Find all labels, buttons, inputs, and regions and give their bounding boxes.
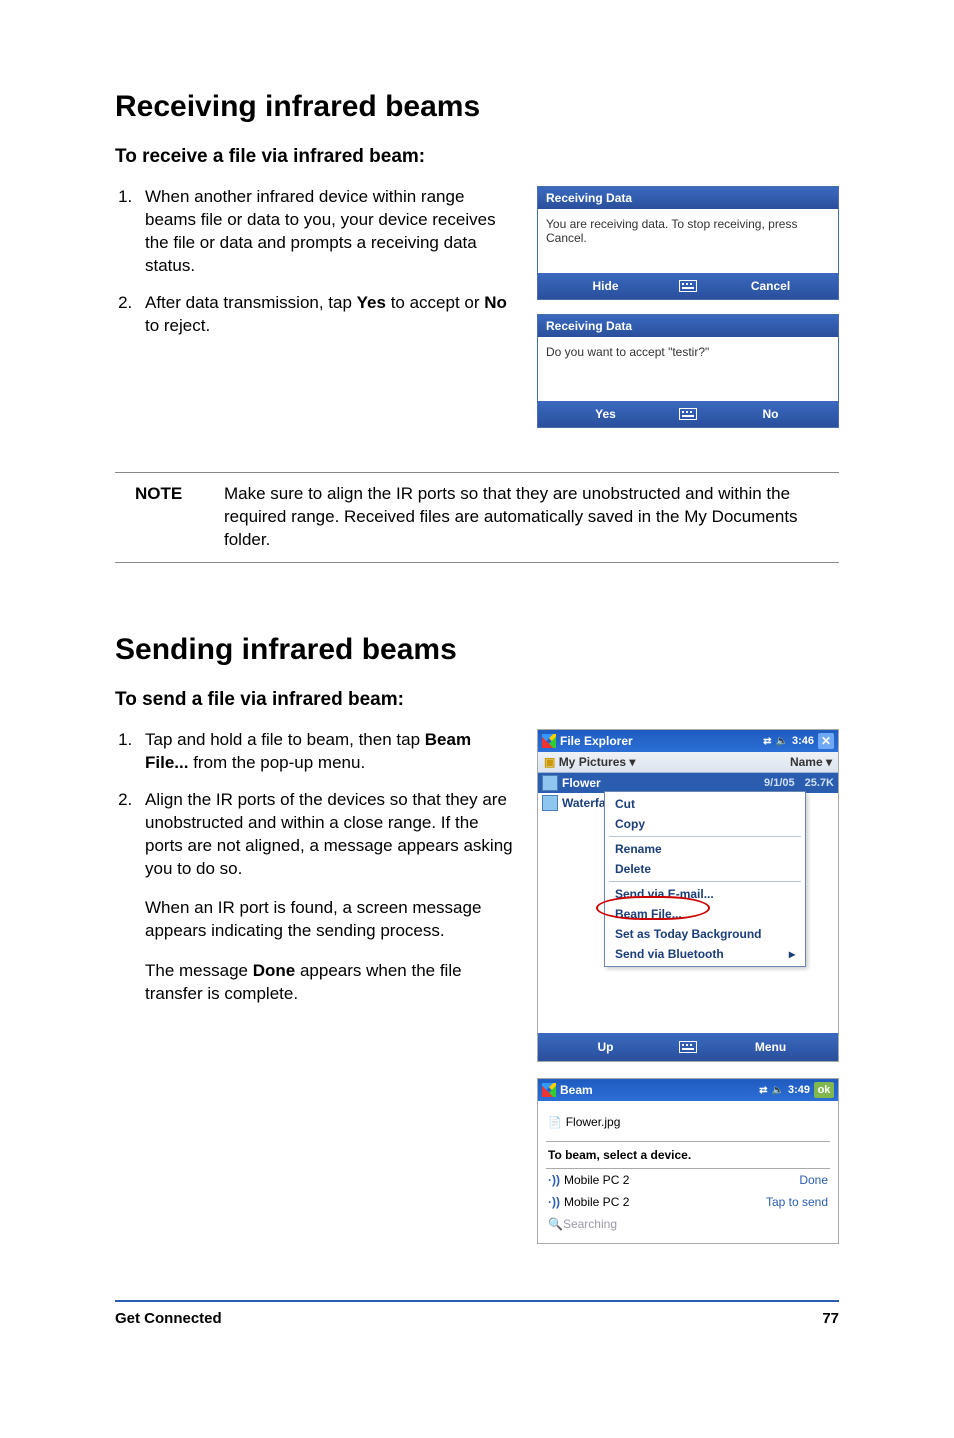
keyboard-icon[interactable]	[673, 401, 703, 427]
step2-yes: Yes	[357, 293, 386, 312]
beam-file-name: Flower.jpg	[546, 1109, 830, 1135]
up-button[interactable]: Up	[538, 1033, 673, 1061]
clock: 3:49	[788, 1084, 810, 1096]
folder-dropdown[interactable]: ▣ My Pictures	[544, 755, 635, 769]
menu-send-email[interactable]: Send via E-mail...	[605, 884, 805, 904]
start-icon[interactable]	[542, 1083, 556, 1097]
footer-page: 77	[822, 1310, 839, 1327]
sort-dropdown[interactable]: Name	[790, 755, 832, 769]
yes-button[interactable]: Yes	[538, 401, 673, 427]
note-block: NOTE Make sure to align the IR ports so …	[115, 472, 839, 563]
menu-delete[interactable]: Delete	[605, 859, 805, 879]
cancel-button[interactable]: Cancel	[703, 273, 838, 299]
device-status: Done	[799, 1173, 828, 1187]
step2-post: to reject.	[145, 316, 210, 335]
beam-title: Beam	[560, 1083, 755, 1097]
no-button[interactable]: No	[703, 401, 838, 427]
start-icon[interactable]	[542, 734, 556, 748]
keyboard-icon[interactable]	[673, 273, 703, 299]
device-row[interactable]: Mobile PC 2 Tap to send	[546, 1191, 830, 1213]
file-explorer-screen: File Explorer 3:46 ✕ ▣ My Pictures Name	[537, 729, 839, 1062]
file-size: 25.7K	[805, 777, 834, 789]
device-status: Tap to send	[766, 1195, 828, 1209]
dialog2-title: Receiving Data	[538, 315, 838, 337]
send1-pre: Tap and hold a file to beam, then tap	[145, 730, 425, 749]
send-para-2: The message Done appears when the file t…	[145, 960, 517, 1006]
subheading-send: To send a file via infrared beam:	[115, 689, 839, 711]
menu-rename[interactable]: Rename	[605, 839, 805, 859]
menu-set-background[interactable]: Set as Today Background	[605, 924, 805, 944]
note-label: NOTE	[115, 483, 200, 552]
menu-beam-file[interactable]: Beam File...	[605, 904, 805, 924]
ok-button[interactable]: ok	[814, 1082, 834, 1098]
send1-post: from the pop-up menu.	[188, 753, 365, 772]
dialog2-body: Do you want to accept "testir?"	[538, 337, 838, 401]
file-name: Waterfa	[562, 796, 606, 810]
beam-instruction: To beam, select a device.	[546, 1141, 830, 1169]
heading-sending: Sending infrared beams	[115, 633, 839, 667]
hide-button[interactable]: Hide	[538, 273, 673, 299]
submenu-arrow-icon: ▸	[789, 947, 795, 961]
menu-send-bluetooth[interactable]: Send via Bluetooth ▸	[605, 944, 805, 964]
device-row[interactable]: Mobile PC 2 Done	[546, 1169, 830, 1191]
dialog1-title: Receiving Data	[538, 187, 838, 209]
send2-pre: The message	[145, 961, 253, 980]
step2-no: No	[484, 293, 507, 312]
send-para-1: When an IR port is found, a screen messa…	[145, 897, 517, 943]
beam-screen: Beam 3:49 ok Flower.jpg To beam, select …	[537, 1078, 839, 1244]
note-text: Make sure to align the IR ports so that …	[224, 483, 839, 552]
image-file-icon	[542, 795, 558, 811]
clock: 3:46	[792, 735, 814, 747]
speaker-icon[interactable]	[776, 735, 788, 747]
receive-step-1: When another infrared device within rang…	[137, 186, 517, 278]
heading-receiving: Receiving infrared beams	[115, 90, 839, 124]
file-date: 9/1/05	[764, 777, 795, 789]
step2-pre: After data transmission, tap	[145, 293, 357, 312]
receive-step-2: After data transmission, tap Yes to acce…	[137, 292, 517, 338]
searching-status: Searching	[546, 1213, 830, 1235]
folder-name: My Pictures	[559, 755, 626, 769]
close-button[interactable]: ✕	[818, 733, 834, 749]
connectivity-icon[interactable]	[763, 735, 771, 747]
image-file-icon	[542, 775, 558, 791]
send-step-2: Align the IR ports of the devices so tha…	[137, 789, 517, 881]
file-name: Flower	[562, 776, 601, 790]
menu-bt-label: Send via Bluetooth	[615, 947, 724, 961]
footer-section: Get Connected	[115, 1310, 222, 1327]
menu-cut[interactable]: Cut	[605, 794, 805, 814]
device-name: Mobile PC 2	[548, 1195, 629, 1209]
device-name: Mobile PC 2	[548, 1173, 629, 1187]
receiving-dialog-2: Receiving Data Do you want to accept "te…	[537, 314, 839, 428]
subheading-receive: To receive a file via infrared beam:	[115, 146, 839, 168]
step2-mid: to accept or	[386, 293, 484, 312]
receiving-dialog-1: Receiving Data You are receiving data. T…	[537, 186, 839, 300]
send-step-1: Tap and hold a file to beam, then tap Be…	[137, 729, 517, 775]
speaker-icon[interactable]	[772, 1084, 784, 1096]
file-row-flower[interactable]: Flower 9/1/05 25.7K	[538, 773, 838, 793]
keyboard-icon[interactable]	[673, 1033, 703, 1061]
fe-title: File Explorer	[560, 734, 759, 748]
connectivity-icon[interactable]	[759, 1084, 767, 1096]
dialog1-body: You are receiving data. To stop receivin…	[538, 209, 838, 273]
menu-button[interactable]: Menu	[703, 1033, 838, 1061]
send2-bold: Done	[253, 961, 296, 980]
menu-copy[interactable]: Copy	[605, 814, 805, 834]
context-menu: Cut Copy Rename Delete Send via E-mail..…	[604, 791, 806, 967]
